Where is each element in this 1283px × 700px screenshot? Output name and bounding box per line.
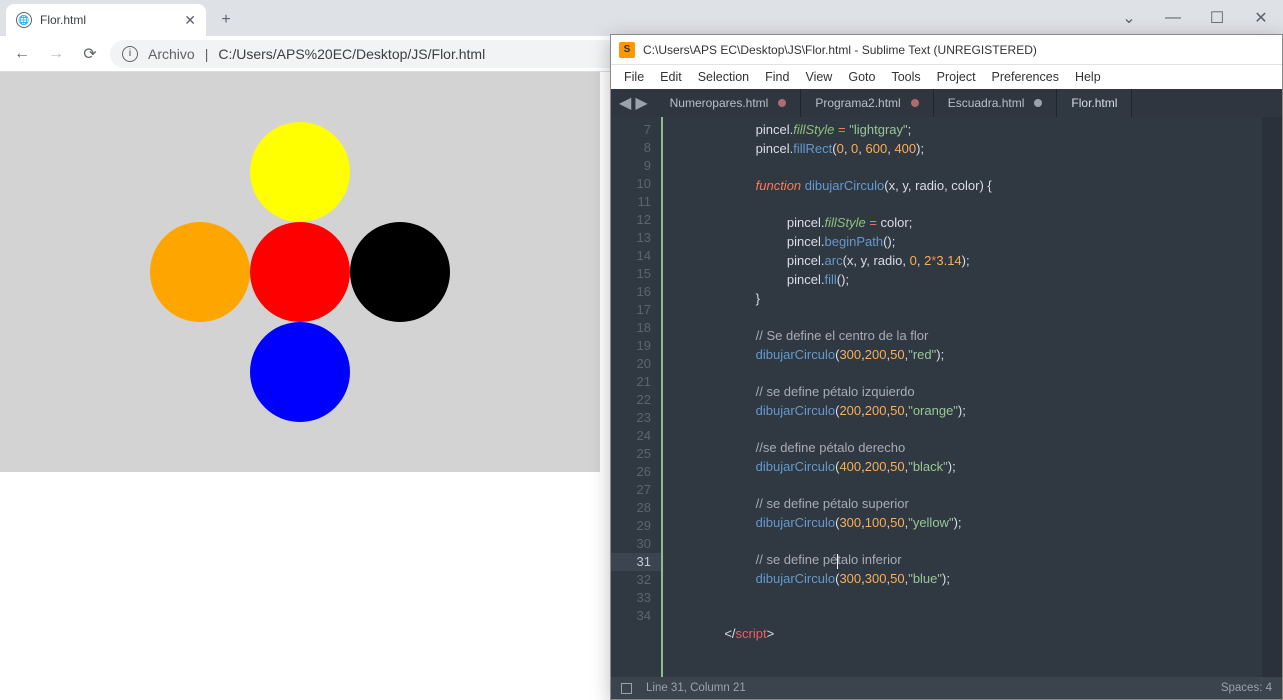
sublime-titlebar[interactable]: S C:\Users\APS EC\Desktop\JS\Flor.html -… [611, 35, 1282, 65]
dirty-dot-icon [778, 99, 786, 107]
editor-tab-label: Escuadra.html [948, 96, 1025, 110]
sublime-title-text: C:\Users\APS EC\Desktop\JS\Flor.html - S… [643, 43, 1037, 57]
menu-file[interactable]: File [617, 68, 651, 86]
menu-find[interactable]: Find [758, 68, 796, 86]
fold-bar [661, 117, 675, 677]
line-gutter[interactable]: 7891011121314151617181920212223242526272… [611, 117, 661, 677]
line-number[interactable]: 13 [611, 229, 651, 247]
line-number[interactable]: 19 [611, 337, 651, 355]
info-icon: i [122, 46, 138, 62]
menu-selection[interactable]: Selection [691, 68, 756, 86]
line-number[interactable]: 24 [611, 427, 651, 445]
menu-project[interactable]: Project [930, 68, 983, 86]
editor-tab[interactable]: Flor.html [1057, 89, 1132, 117]
line-number[interactable]: 17 [611, 301, 651, 319]
address-scheme: Archivo [148, 46, 195, 62]
chevron-down-icon[interactable]: ⌄ [1107, 0, 1151, 36]
canvas-circle [250, 222, 350, 322]
status-cursor: Line 31, Column 21 [646, 682, 746, 694]
address-sep: | [205, 46, 209, 62]
browser-tab-title: Flor.html [40, 13, 176, 27]
minimap[interactable] [1262, 117, 1282, 677]
line-number[interactable]: 18 [611, 319, 651, 337]
line-number[interactable]: 23 [611, 409, 651, 427]
menu-view[interactable]: View [798, 68, 839, 86]
menu-edit[interactable]: Edit [653, 68, 689, 86]
line-number[interactable]: 14 [611, 247, 651, 265]
line-number[interactable]: 33 [611, 589, 651, 607]
status-checkbox[interactable] [621, 683, 632, 694]
sublime-statusbar: Line 31, Column 21 Spaces: 4 [611, 677, 1282, 699]
address-path: C:/Users/APS%20EC/Desktop/JS/Flor.html [218, 46, 485, 62]
close-icon[interactable]: ✕ [184, 12, 196, 29]
editor-tab[interactable]: Programa2.html [801, 89, 933, 117]
canvas-circle [150, 222, 250, 322]
line-number[interactable]: 9 [611, 157, 651, 175]
line-number[interactable]: 34 [611, 607, 651, 625]
globe-icon: 🌐 [16, 12, 32, 28]
back-button[interactable]: ← [8, 40, 36, 68]
unsaved-dot-icon [1034, 99, 1042, 107]
editor-tab-label: Flor.html [1071, 96, 1117, 110]
canvas-circle [250, 322, 350, 422]
status-spaces[interactable]: Spaces: 4 [1221, 682, 1272, 694]
minimize-button[interactable]: ― [1151, 0, 1195, 36]
text-caret [837, 554, 838, 569]
close-button[interactable]: ✕ [1239, 0, 1283, 36]
editor-tab-label: Programa2.html [815, 96, 900, 110]
line-number[interactable]: 15 [611, 265, 651, 283]
editor-tab-label: Numeropares.html [670, 96, 769, 110]
pane-prev-icon[interactable]: ◀ [619, 93, 631, 113]
line-number[interactable]: 22 [611, 391, 651, 409]
line-number[interactable]: 25 [611, 445, 651, 463]
sublime-window: S C:\Users\APS EC\Desktop\JS\Flor.html -… [610, 34, 1283, 700]
menu-goto[interactable]: Goto [841, 68, 882, 86]
pane-next-icon[interactable]: ▶ [635, 93, 647, 113]
line-number[interactable]: 29 [611, 517, 651, 535]
menu-preferences[interactable]: Preferences [985, 68, 1066, 86]
line-number[interactable]: 26 [611, 463, 651, 481]
line-number[interactable]: 30 [611, 535, 651, 553]
browser-tab[interactable]: 🌐 Flor.html ✕ [6, 4, 206, 36]
browser-viewport [0, 72, 610, 700]
menu-tools[interactable]: Tools [884, 68, 927, 86]
sublime-tabbar: ◀ ▶ Numeropares.html Programa2.html Escuad… [611, 89, 1282, 117]
browser-tabstrip: 🌐 Flor.html ✕ + ⌄ ― ☐ ✕ [0, 0, 1283, 36]
line-number[interactable]: 8 [611, 139, 651, 157]
line-number[interactable]: 7 [611, 121, 651, 139]
sublime-editor[interactable]: 7891011121314151617181920212223242526272… [611, 117, 1282, 677]
code-area[interactable]: pincel.fillStyle = "lightgray"; pincel.f… [675, 117, 1262, 677]
editor-tab[interactable]: Numeropares.html [656, 89, 802, 117]
forward-button[interactable]: → [42, 40, 70, 68]
line-number[interactable]: 12 [611, 211, 651, 229]
line-number[interactable]: 31 [611, 553, 661, 571]
line-number[interactable]: 28 [611, 499, 651, 517]
sublime-logo-icon: S [619, 42, 635, 58]
canvas-circle [350, 222, 450, 322]
canvas-output [0, 72, 600, 472]
sublime-menubar: FileEditSelectionFindViewGotoToolsProjec… [611, 65, 1282, 89]
line-number[interactable]: 10 [611, 175, 651, 193]
menu-help[interactable]: Help [1068, 68, 1108, 86]
line-number[interactable]: 21 [611, 373, 651, 391]
window-controls: ⌄ ― ☐ ✕ [1107, 0, 1283, 36]
line-number[interactable]: 20 [611, 355, 651, 373]
canvas-circle [250, 122, 350, 222]
line-number[interactable]: 27 [611, 481, 651, 499]
line-number[interactable]: 32 [611, 571, 651, 589]
line-number[interactable]: 11 [611, 193, 651, 211]
dirty-dot-icon [911, 99, 919, 107]
reload-button[interactable]: ⟳ [76, 40, 104, 68]
new-tab-button[interactable]: + [212, 6, 240, 34]
line-number[interactable]: 16 [611, 283, 651, 301]
editor-tab[interactable]: Escuadra.html [934, 89, 1058, 117]
maximize-button[interactable]: ☐ [1195, 0, 1239, 36]
